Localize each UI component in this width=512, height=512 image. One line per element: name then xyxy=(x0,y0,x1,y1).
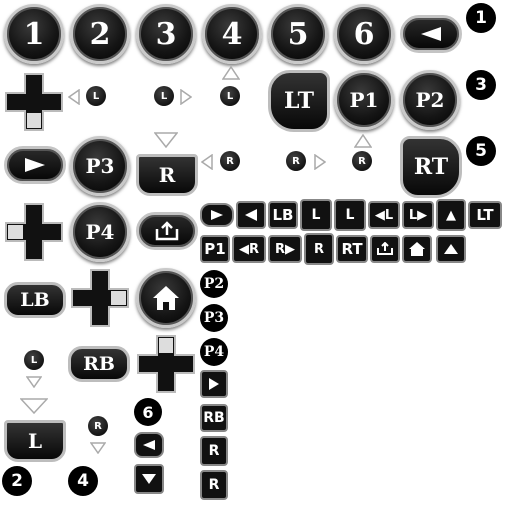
p4-button[interactable]: P4 xyxy=(70,202,130,262)
arrow-down-outline-icon xyxy=(154,132,178,148)
p3-button[interactable]: P3 xyxy=(70,136,130,196)
left-stick-right-icon[interactable]: L▶ xyxy=(402,201,434,229)
face-button-1[interactable]: 1 xyxy=(4,4,64,64)
right-stick-icon[interactable]: R xyxy=(220,151,240,171)
left-stick-icon[interactable]: L xyxy=(86,86,106,106)
lb-small-icon[interactable]: LB xyxy=(268,201,298,229)
l-bumper-small-icon[interactable]: L xyxy=(334,199,366,231)
arrow-right-outline-icon xyxy=(180,89,192,105)
left-stick-icon[interactable]: L xyxy=(154,86,174,106)
arrow-left-icon xyxy=(421,27,441,41)
share-icon xyxy=(155,221,179,241)
dpad-down-icon[interactable] xyxy=(4,72,64,132)
arrow-left-outline-icon xyxy=(68,89,80,105)
home-icon xyxy=(153,286,179,310)
p2-button[interactable]: P2 xyxy=(400,70,460,130)
face-button-2[interactable]: 2 xyxy=(70,4,130,64)
lt-small-icon[interactable]: LT xyxy=(468,201,502,229)
arrow-up-outline-icon xyxy=(354,134,372,148)
p1-small-icon[interactable]: P1 xyxy=(200,235,230,263)
lt-trigger[interactable]: LT xyxy=(268,70,330,132)
right-stick-icon[interactable]: R xyxy=(286,151,306,171)
dpad-down-small-icon[interactable] xyxy=(134,464,164,494)
home-button[interactable] xyxy=(136,268,196,328)
r-bumper[interactable]: R xyxy=(136,154,198,196)
dpad-left-icon[interactable] xyxy=(4,202,64,262)
number-badge-3: 3 xyxy=(466,70,496,100)
arrow-up-outline-icon xyxy=(222,66,240,80)
arrow-down-outline-icon xyxy=(26,376,42,388)
face-button-3[interactable]: 3 xyxy=(136,4,196,64)
right-stick-left-icon[interactable]: ◀ R xyxy=(232,235,266,263)
left-stick-left-icon[interactable]: ◀L xyxy=(368,201,400,229)
rt-small-icon[interactable]: RT xyxy=(336,235,368,263)
rb-bumper[interactable]: RB xyxy=(68,346,130,382)
dpad-up-icon[interactable] xyxy=(136,334,196,394)
number-badge-2: 2 xyxy=(2,466,32,496)
face-button-5[interactable]: 5 xyxy=(268,4,328,64)
right-stick-press-icon[interactable]: R xyxy=(200,436,228,466)
number-badge-5: 5 xyxy=(466,136,496,166)
l-bumper[interactable]: L xyxy=(4,420,66,462)
right-stick-icon[interactable]: R xyxy=(88,416,108,436)
back-small-square-icon[interactable] xyxy=(134,432,164,458)
arrow-down-outline-icon xyxy=(90,442,106,454)
p3-small-icon[interactable]: P3 xyxy=(200,304,228,332)
back-small-icon[interactable] xyxy=(236,201,266,229)
back-button[interactable] xyxy=(400,15,462,53)
dpad-right-icon[interactable] xyxy=(70,268,130,328)
number-badge-6: 6 xyxy=(134,398,162,426)
start-small-square-icon[interactable] xyxy=(200,370,228,398)
right-stick-up-icon[interactable]: R xyxy=(304,233,334,265)
arrow-down-outline-icon xyxy=(20,398,48,414)
share-button[interactable] xyxy=(136,212,198,250)
arrow-right-outline-icon xyxy=(314,154,326,170)
dpad-up-small-icon[interactable] xyxy=(436,235,466,263)
start-small-icon[interactable] xyxy=(200,203,234,227)
left-stick-icon[interactable]: L xyxy=(220,86,240,106)
rt-trigger[interactable]: RT xyxy=(400,136,462,198)
face-button-6[interactable]: 6 xyxy=(334,4,394,64)
lb-bumper[interactable]: LB xyxy=(4,282,66,318)
rb-small-icon[interactable]: RB xyxy=(200,404,228,432)
number-badge-1: 1 xyxy=(466,3,496,33)
arrow-right-icon xyxy=(25,158,45,172)
left-stick-press-icon[interactable]: L xyxy=(300,199,332,231)
left-stick-icon[interactable]: L xyxy=(24,350,44,370)
right-stick-down-icon[interactable]: R xyxy=(200,470,228,500)
left-stick-up-icon[interactable]: ▲ xyxy=(436,199,466,231)
p1-button[interactable]: P1 xyxy=(334,70,394,130)
p2-small-icon[interactable]: P2 xyxy=(200,270,228,298)
face-button-4[interactable]: 4 xyxy=(202,4,262,64)
p4-small-icon[interactable]: P4 xyxy=(200,338,228,366)
start-button[interactable] xyxy=(4,146,66,184)
right-stick-right-icon[interactable]: R ▶ xyxy=(268,235,302,263)
number-badge-4: 4 xyxy=(68,466,98,496)
home-small-icon[interactable] xyxy=(402,235,432,263)
share-small-icon[interactable] xyxy=(370,235,400,263)
right-stick-icon[interactable]: R xyxy=(352,151,372,171)
arrow-left-outline-icon xyxy=(201,154,213,170)
